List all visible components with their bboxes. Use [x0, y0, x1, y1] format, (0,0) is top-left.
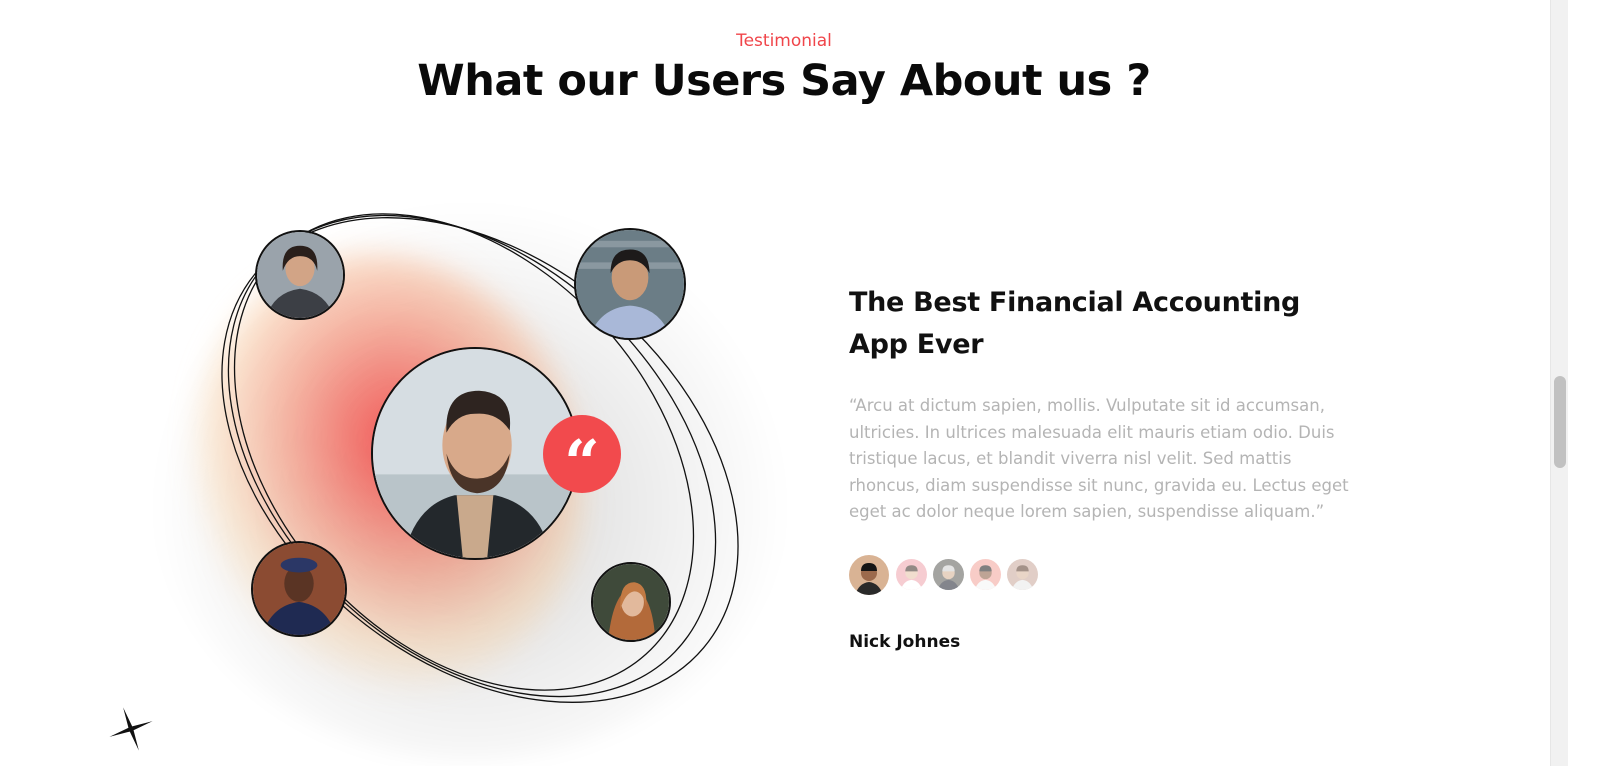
- user-thumb-5[interactable]: [1007, 559, 1038, 590]
- user-avatar-bottom-left: [251, 541, 347, 637]
- page-scrollbar[interactable]: [1550, 0, 1568, 766]
- section-heading: What our Users Say About us ?: [417, 56, 1151, 106]
- user-thumb-3[interactable]: [933, 559, 964, 590]
- user-thumb-1[interactable]: [849, 555, 889, 595]
- testimonial-title: The Best Financial Accounting App Ever: [849, 287, 1301, 360]
- section-eyebrow: Testimonial: [736, 31, 832, 51]
- user-thumb-4[interactable]: [970, 559, 1001, 590]
- sparkle-icon: [109, 707, 153, 751]
- user-avatar-top-left: [255, 230, 345, 320]
- scrollbar-thumb[interactable]: [1554, 376, 1566, 468]
- user-avatar-bottom-right: [591, 562, 671, 642]
- quote-icon: “: [543, 415, 621, 499]
- user-avatar-top-right: [574, 228, 686, 340]
- testimonial-author: Nick Johnes: [849, 632, 961, 652]
- testimonial-illustration: “: [120, 160, 840, 766]
- user-thumb-2[interactable]: [896, 559, 927, 590]
- testimonial-quote: “Arcu at dictum sapien, mollis. Vulputat…: [849, 396, 1349, 521]
